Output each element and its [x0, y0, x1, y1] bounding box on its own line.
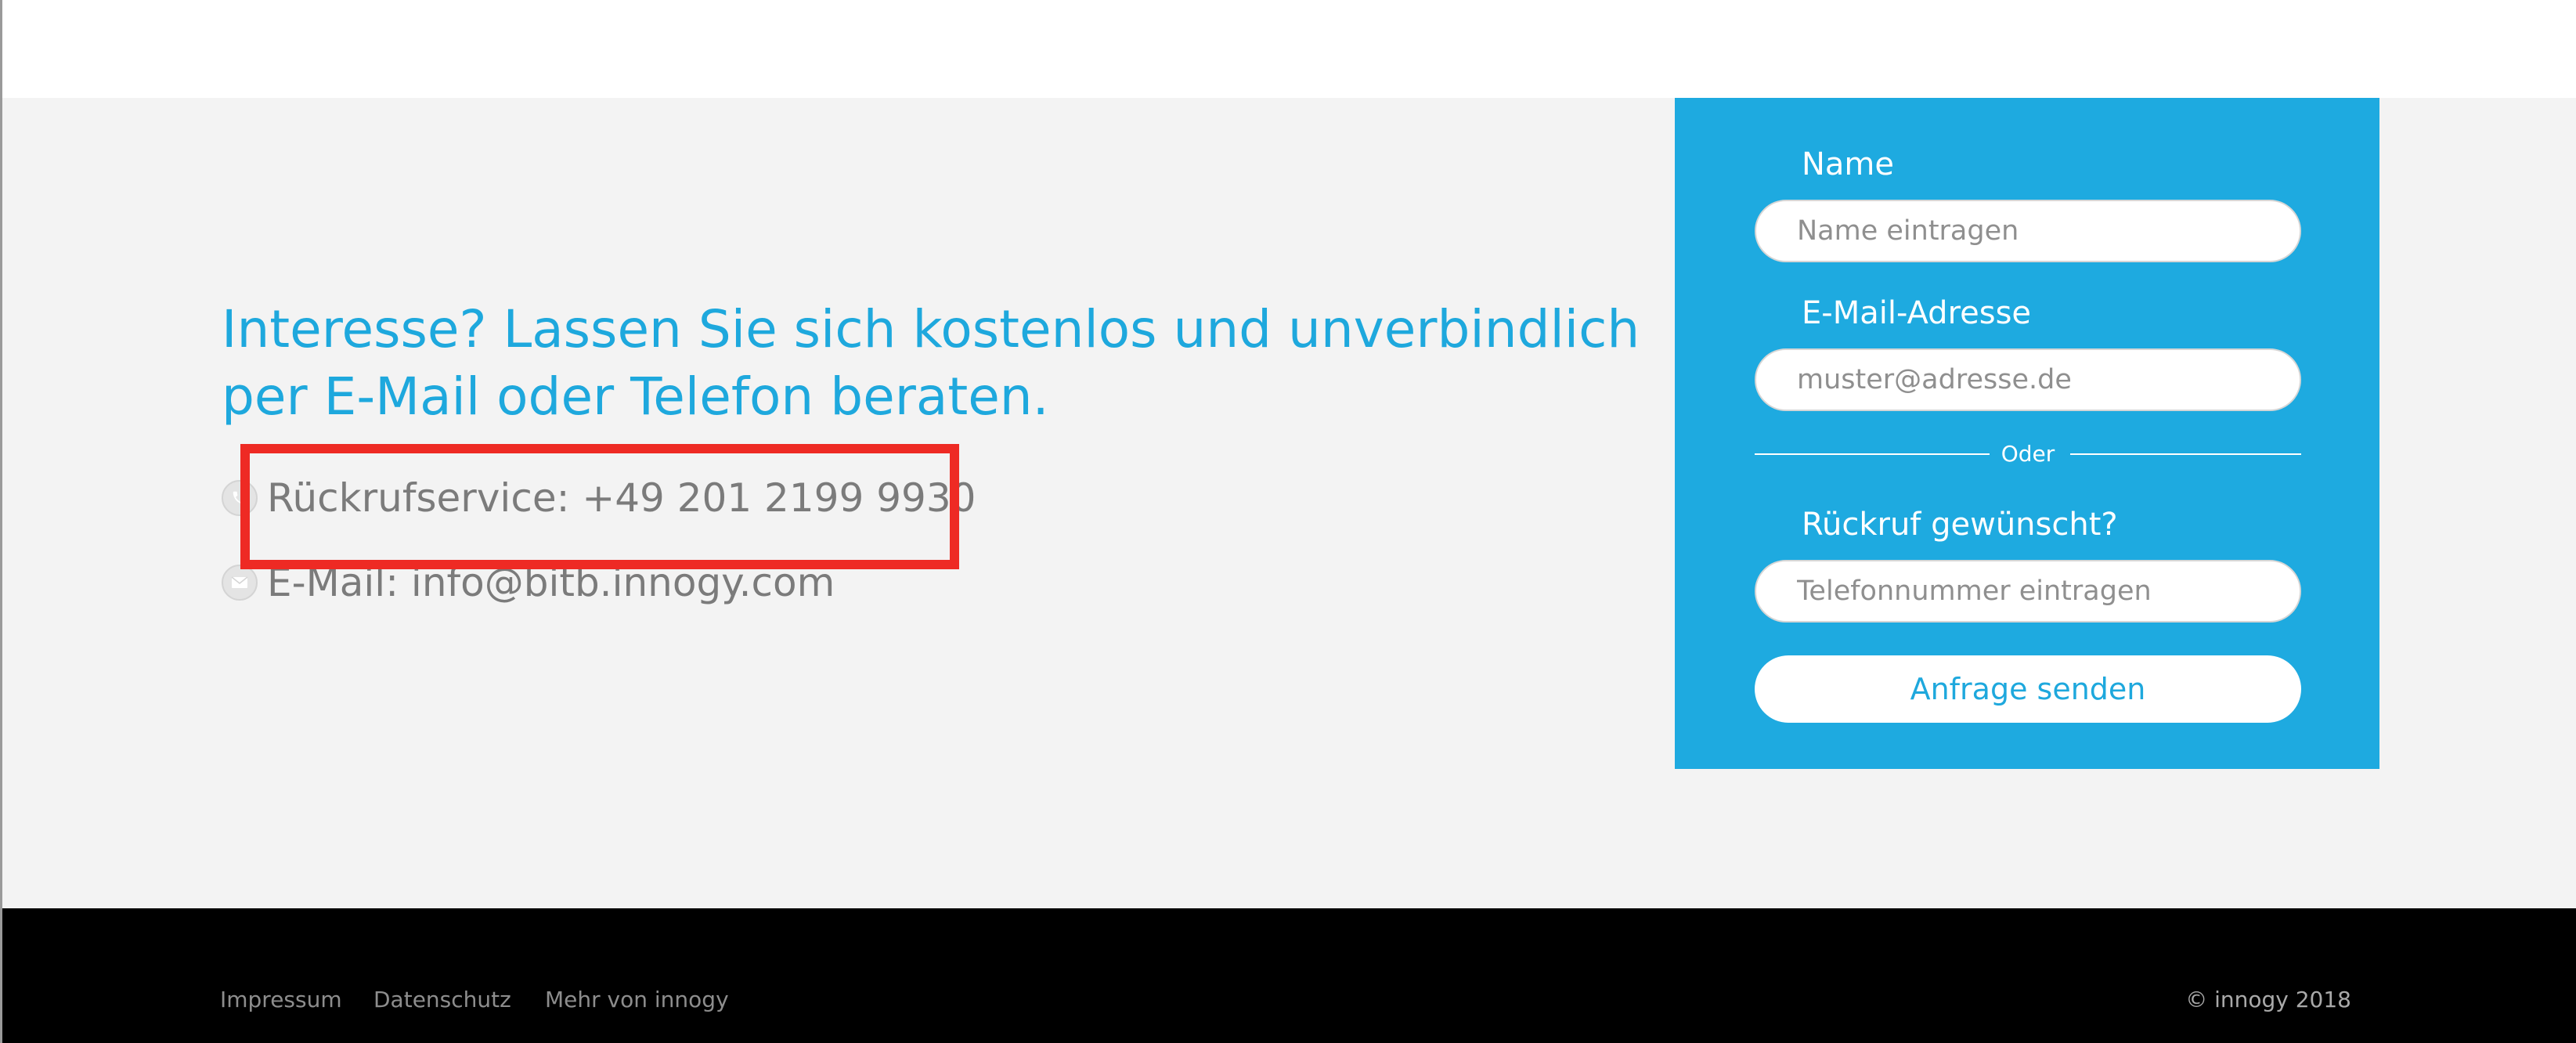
submit-request-button[interactable]: Anfrage senden: [1755, 655, 2301, 723]
callback-label: Rückruf gewünscht?: [1802, 507, 2118, 543]
email-contact-text[interactable]: E-Mail: info@bitb.innogy.com: [267, 560, 835, 605]
footer: Impressum Datenschutz Mehr von innogy © …: [2, 908, 2576, 1043]
email-label: E-Mail-Adresse: [1802, 295, 2032, 331]
name-input[interactable]: [1755, 200, 2301, 262]
email-input[interactable]: [1755, 348, 2301, 411]
contact-form: Name E-Mail-Adresse Oder Rückruf gewünsc…: [1675, 98, 2379, 769]
envelope-icon: [222, 565, 258, 601]
footer-link-datenschutz[interactable]: Datenschutz: [373, 987, 511, 1012]
divider-line-right: [2070, 453, 2301, 455]
phone-icon: [222, 480, 258, 516]
phone-number-input[interactable]: [1755, 560, 2301, 623]
callback-phone-text: Rückrufservice: +49 201 2199 9930: [267, 475, 976, 521]
page-headline: Interesse? Lassen Sie sich kostenlos und…: [222, 299, 1640, 427]
callback-service-row: Rückrufservice: +49 201 2199 9930: [222, 475, 976, 522]
page: Interesse? Lassen Sie sich kostenlos und…: [0, 0, 2576, 1043]
name-label: Name: [1802, 146, 1895, 182]
or-divider: Oder: [1755, 438, 2301, 470]
footer-link-impressum[interactable]: Impressum: [220, 987, 342, 1012]
footer-link-mehr-von-innogy[interactable]: Mehr von innogy: [545, 987, 729, 1012]
footer-copyright: © innogy 2018: [2185, 987, 2351, 1012]
email-row: E-Mail: info@bitb.innogy.com: [222, 559, 835, 606]
header-area: [2, 0, 2576, 98]
